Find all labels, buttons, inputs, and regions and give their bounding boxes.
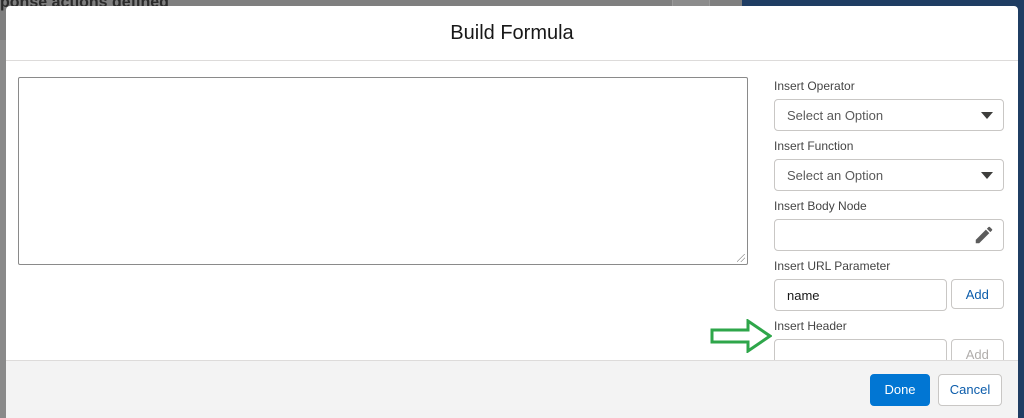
insert-panel: Insert Operator Select an Option Insert … — [774, 79, 1004, 379]
insert-url-parameter-label: Insert URL Parameter — [774, 259, 891, 273]
formula-textarea[interactable] — [18, 77, 748, 265]
insert-function-select[interactable]: Select an Option — [774, 159, 1004, 191]
insert-operator-label: Insert Operator — [774, 79, 855, 93]
cancel-button[interactable]: Cancel — [938, 373, 1002, 406]
insert-function-label: Insert Function — [774, 139, 854, 153]
insert-function-value: Select an Option — [787, 167, 884, 183]
pencil-icon[interactable] — [973, 224, 995, 246]
insert-header-label: Insert Header — [774, 319, 847, 333]
insert-operator-value: Select an Option — [787, 107, 884, 123]
add-url-parameter-button[interactable]: Add — [950, 279, 1004, 309]
done-button[interactable]: Done — [870, 373, 930, 406]
chevron-down-icon — [981, 111, 993, 119]
modal-body: Insert Operator Select an Option Insert … — [6, 61, 1018, 371]
annotation-arrow-icon — [710, 319, 772, 353]
build-formula-modal: Build Formula Insert Operator Select an … — [6, 6, 1018, 418]
modal-footer: Done Cancel — [6, 360, 1018, 418]
insert-body-node-field[interactable] — [774, 219, 1004, 251]
modal-title: Build Formula — [450, 21, 574, 44]
modal-header: Build Formula — [6, 6, 1018, 61]
resize-handle-icon[interactable] — [737, 254, 745, 262]
insert-url-parameter-value: name — [787, 287, 820, 303]
insert-operator-select[interactable]: Select an Option — [774, 99, 1004, 131]
insert-url-parameter-input[interactable]: name — [774, 279, 947, 311]
chevron-down-icon — [981, 171, 993, 179]
insert-url-parameter-row: name Add — [774, 279, 1004, 311]
insert-body-node-label: Insert Body Node — [774, 199, 867, 213]
